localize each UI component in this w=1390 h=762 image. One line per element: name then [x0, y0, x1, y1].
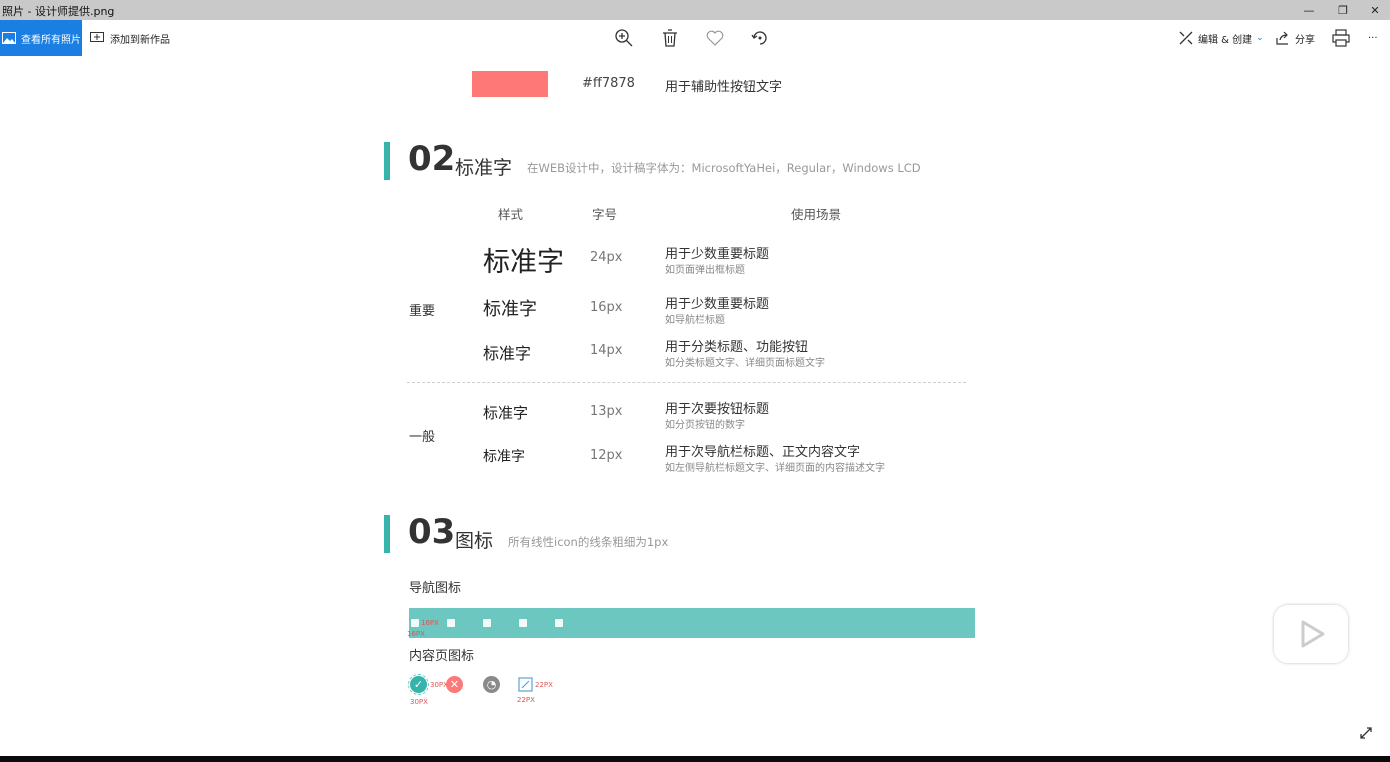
delete-icon[interactable] — [660, 28, 680, 48]
font-size-value: 24px — [590, 250, 623, 265]
usage-subtext: 如分页按钮的数字 — [665, 420, 745, 431]
content-icons-label: 内容页图标 — [409, 649, 475, 664]
edit-create-label: 编辑 & 创建 — [1198, 34, 1253, 46]
dimension-label: 16PX — [407, 630, 425, 638]
usage-text: 用于分类标题、功能按钮 — [665, 340, 809, 355]
dimension-label: 22PX — [517, 696, 535, 704]
edit-create-button[interactable]: 编辑 & 创建 ⌄ — [1178, 20, 1264, 56]
edit-icon — [518, 677, 533, 692]
font-sample: 标准字 — [483, 247, 564, 278]
group-label-important: 重要 — [409, 304, 436, 319]
font-size-value: 16px — [590, 300, 623, 315]
nav-icon — [411, 619, 419, 627]
taskbar — [0, 756, 1390, 762]
section-accent-bar — [384, 142, 390, 180]
add-to-creation-label: 添加到新作品 — [110, 34, 170, 46]
section-title: 标准字 — [455, 157, 513, 179]
zoom-in-icon[interactable] — [614, 28, 634, 48]
restore-button[interactable]: ❐ — [1326, 0, 1360, 20]
share-button[interactable]: 分享 — [1275, 20, 1315, 56]
usage-subtext: 如分类标题文字、详细页面标题文字 — [665, 358, 825, 369]
font-size-value: 14px — [590, 343, 623, 358]
font-sample: 标准字 — [483, 299, 537, 320]
nav-icon — [555, 619, 563, 627]
color-description: 用于辅助性按钮文字 — [665, 80, 783, 95]
add-to-creation-button[interactable]: 添加到新作品 — [90, 20, 170, 56]
section-number: 02 — [408, 139, 456, 179]
group-divider — [407, 382, 966, 383]
section-accent-bar — [384, 515, 390, 553]
nav-icon-bar: 16PX — [409, 608, 975, 638]
section-note: 在WEB设计中，设计稿字体为：MicrosoftYaHei，Regular，Wi… — [527, 161, 921, 175]
usage-subtext: 如左侧导航栏标题文字、详细页面的内容描述文字 — [665, 463, 885, 474]
window-title: 照片 - 设计师提供.png — [2, 5, 115, 18]
view-all-photos-label: 查看所有照片 — [21, 34, 81, 46]
column-header-usage: 使用场景 — [791, 207, 842, 222]
font-size-value: 13px — [590, 404, 623, 419]
nav-icon — [447, 619, 455, 627]
usage-subtext: 如导航栏标题 — [665, 315, 725, 326]
rotate-icon[interactable] — [750, 28, 770, 48]
add-icon — [90, 32, 104, 42]
column-header-style: 样式 — [498, 207, 524, 222]
usage-text: 用于次导航栏标题、正文内容文字 — [665, 445, 861, 460]
close-icon: ✕ — [446, 676, 463, 693]
dimension-label: 30PX — [410, 698, 428, 706]
toolbar: 查看所有照片 添加到新作品 编辑 & 创建 ⌄ 分享 ··· — [0, 20, 1390, 56]
dimension-label: 22PX — [535, 681, 553, 689]
clock-icon: ◔ — [483, 676, 500, 693]
nav-icon — [519, 619, 527, 627]
font-sample: 标准字 — [483, 344, 532, 363]
font-size-value: 12px — [590, 448, 623, 463]
color-hex: #ff7878 — [582, 76, 635, 91]
title-bar: 照片 - 设计师提供.png — ❐ ✕ — [0, 0, 1390, 20]
print-icon[interactable] — [1331, 28, 1351, 48]
dimension-label: 16PX — [421, 619, 439, 627]
usage-text: 用于次要按钮标题 — [665, 402, 770, 417]
minimize-button[interactable]: — — [1292, 0, 1326, 20]
play-icon — [1301, 620, 1325, 648]
fullscreen-icon[interactable] — [1358, 725, 1374, 741]
section-note: 所有线性icon的线条粗细为1px — [508, 535, 669, 549]
image-canvas: #ff7878 用于辅助性按钮文字 02 标准字 在WEB设计中，设计稿字体为：… — [0, 56, 1390, 756]
nav-icons-label: 导航图标 — [409, 581, 462, 596]
section-number: 03 — [408, 512, 456, 552]
chevron-down-icon: ⌄ — [1256, 33, 1264, 43]
favorite-icon[interactable] — [705, 28, 725, 48]
group-label-normal: 一般 — [409, 430, 436, 445]
share-icon — [1276, 31, 1288, 45]
view-all-photos-button[interactable]: 查看所有照片 — [0, 20, 82, 56]
edit-create-icon — [1179, 31, 1193, 45]
column-header-size: 字号 — [592, 207, 618, 222]
usage-text: 用于少数重要标题 — [665, 247, 770, 262]
usage-text: 用于少数重要标题 — [665, 297, 770, 312]
share-label: 分享 — [1295, 34, 1315, 46]
font-sample: 标准字 — [483, 404, 529, 422]
nav-icon — [483, 619, 491, 627]
color-swatch — [472, 71, 548, 97]
section-title: 图标 — [455, 530, 494, 552]
photo-icon — [2, 32, 16, 44]
close-button[interactable]: ✕ — [1358, 0, 1390, 20]
play-button[interactable] — [1274, 605, 1348, 663]
usage-subtext: 如页面弹出框标题 — [665, 265, 745, 276]
font-sample: 标准字 — [483, 449, 525, 465]
check-icon: ✓ — [408, 674, 429, 695]
more-button[interactable]: ··· — [1368, 20, 1378, 56]
